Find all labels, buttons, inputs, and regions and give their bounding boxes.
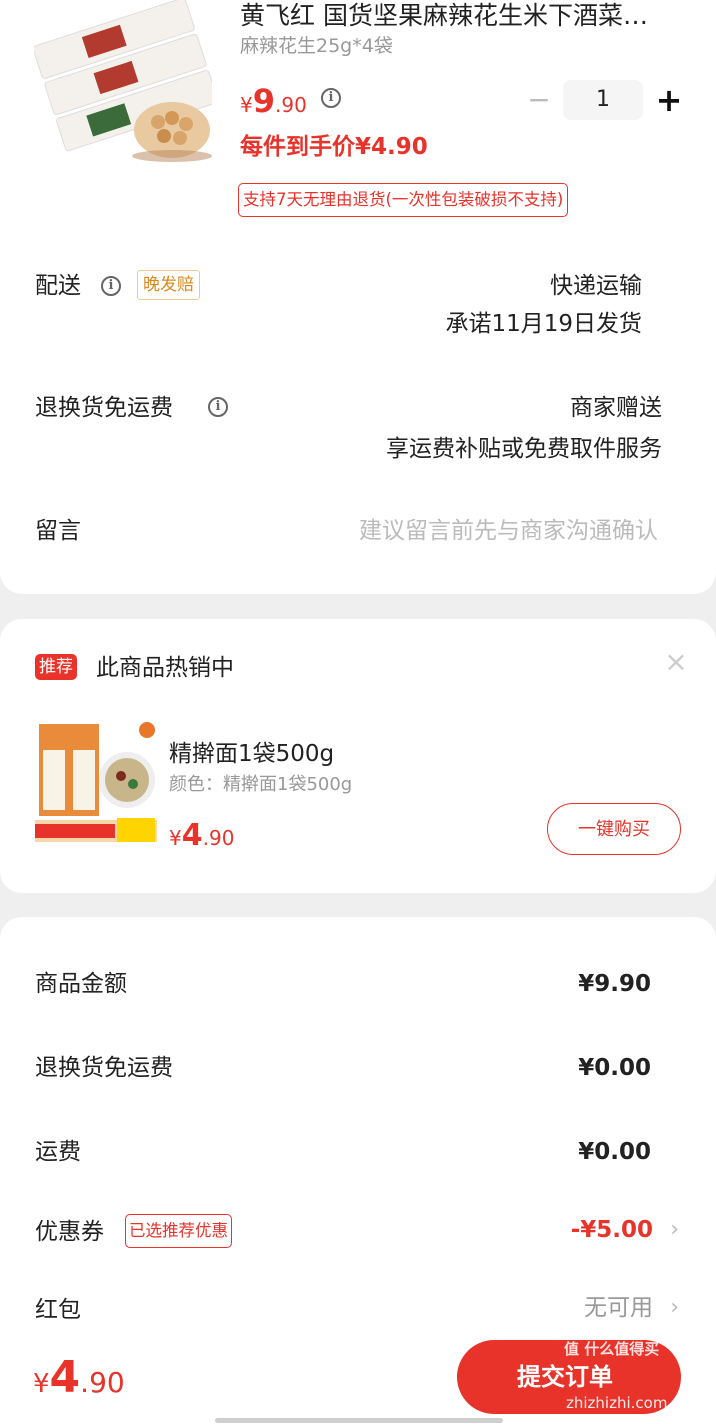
coupon-value[interactable]: -¥5.00 [571,1214,653,1246]
price-decimal: .90 [202,826,235,850]
summary-value: ¥0.00 [578,1055,651,1081]
price-symbol: ¥ [240,93,253,117]
return-shipping-label: 退换货免运费 [35,395,173,421]
message-label: 留言 [35,518,81,544]
price-integer: 4 [181,818,203,853]
price-info-icon[interactable]: i [321,88,341,108]
summary-label: 商品金额 [35,971,127,997]
recommend-item-name[interactable]: 精擀面1袋500g [169,738,334,770]
quantity-minus-button[interactable]: − [524,82,554,118]
return-policy-tag: 支持7天无理由退货(一次性包装破损不支持) [238,183,569,217]
per-item-price: 每件到手价¥4.90 [240,134,428,160]
recommend-title: 此商品热销中 [96,655,234,681]
summary-value: ¥0.00 [578,1139,651,1165]
delivery-info-icon[interactable]: i [101,276,121,296]
summary-label: 退换货免运费 [35,1055,173,1081]
return-shipping-detail: 享运费补贴或免费取件服务 [386,436,662,462]
coupon-label: 优惠券 [35,1219,104,1245]
delivery-promise: 承诺11月19日发货 [445,311,642,337]
one-click-buy-button[interactable]: 一键购买 [547,803,681,855]
summary-row: 商品金额 ¥9.90 [35,968,651,1000]
summary-label: 运费 [35,1139,81,1165]
late-compensation-badge[interactable]: 晚发赔 [137,270,200,300]
return-shipping-value: 商家赠送 [570,395,662,421]
home-indicator [215,1418,503,1423]
summary-value: ¥9.90 [578,971,651,997]
price-integer: 9 [252,82,275,120]
recommend-item-spec: 颜色：精擀面1袋500g [169,774,353,795]
quantity-plus-button[interactable]: + [652,80,686,120]
price-symbol: ¥ [169,826,182,850]
summary-row: 退换货免运费 ¥0.00 [35,1052,651,1084]
quantity-input[interactable]: 1 [563,80,643,120]
price-integer: 4 [49,1352,81,1403]
message-input[interactable]: 建议留言前先与商家沟通确认 [300,515,658,547]
recommend-item-image[interactable] [35,720,157,844]
submit-order-label: 提交订单 [517,1363,613,1391]
total-price: ¥4.90 [33,1352,125,1403]
product-title[interactable]: 黄飞红 国货坚果麻辣花生米下酒菜… [240,0,680,32]
red-packet-label: 红包 [35,1297,81,1323]
submit-order-button[interactable]: 提交订单 [457,1340,681,1414]
red-packet-row[interactable]: 红包 无可用 › [35,1292,683,1326]
coupon-row[interactable]: 优惠券 已选推荐优惠 -¥5.00 › [35,1212,683,1252]
recommend-badge: 推荐 [35,654,77,680]
delivery-method[interactable]: 快递运输 [440,270,642,302]
chevron-right-icon: › [670,1217,679,1242]
price-decimal: .90 [275,93,307,117]
product-price: ¥9.90 [240,82,307,122]
recommend-item-price: ¥4.90 [169,818,234,858]
product-spec[interactable]: 麻辣花生25g*4袋 [240,34,393,58]
price-symbol: ¥ [33,1369,50,1399]
return-shipping-info-icon[interactable]: i [208,397,228,417]
price-decimal: .90 [80,1366,125,1399]
red-packet-value: 无可用 [584,1295,653,1321]
chevron-right-icon: › [670,1295,679,1320]
close-icon[interactable]: × [662,646,690,678]
product-image[interactable] [34,0,212,170]
delivery-label: 配送 [35,273,81,299]
summary-row: 运费 ¥0.00 [35,1136,651,1168]
coupon-tag: 已选推荐优惠 [125,1214,232,1248]
